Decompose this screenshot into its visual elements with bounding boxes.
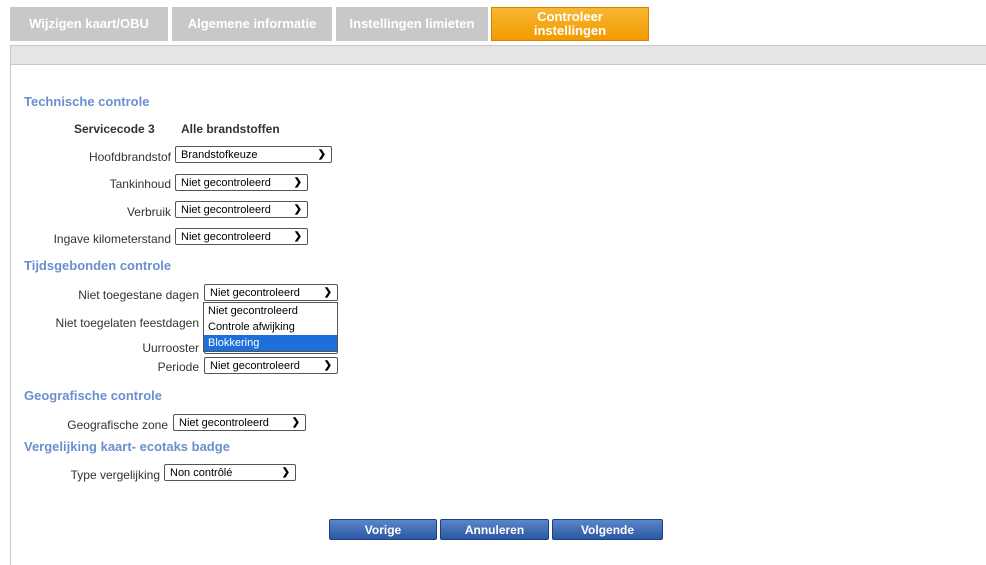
section-technische-controle: Technische controle xyxy=(24,94,150,109)
section-geografische-controle: Geografische controle xyxy=(24,388,162,403)
verbruik-value: Niet gecontroleerd xyxy=(181,203,271,216)
annuleren-button[interactable]: Annuleren xyxy=(440,519,549,540)
tankinhoud-value: Niet gecontroleerd xyxy=(181,176,271,189)
verbruik-label: Verbruik xyxy=(126,205,171,219)
hoofdbrandstof-value: Brandstofkeuze xyxy=(181,148,258,161)
geografische-zone-select[interactable]: Niet gecontroleerd ❯ xyxy=(173,414,306,431)
chevron-down-icon: ❯ xyxy=(293,177,302,188)
dropdown-option-controle-afwijking[interactable]: Controle afwijking xyxy=(204,319,337,335)
volgende-button[interactable]: Volgende xyxy=(552,519,663,540)
chevron-down-icon: ❯ xyxy=(293,204,302,215)
kilometerstand-select[interactable]: Niet gecontroleerd ❯ xyxy=(175,228,308,245)
servicecode-value: Alle brandstoffen xyxy=(181,122,280,136)
hoofdbrandstof-label: Hoofdbrandstof xyxy=(88,150,171,164)
hoofdbrandstof-select[interactable]: Brandstofkeuze ❯ xyxy=(175,146,332,163)
verbruik-select[interactable]: Niet gecontroleerd ❯ xyxy=(175,201,308,218)
content-frame xyxy=(10,45,986,565)
chevron-down-icon: ❯ xyxy=(293,231,302,242)
periode-value: Niet gecontroleerd xyxy=(210,359,300,372)
section-vergelijking-ecotaks: Vergelijking kaart- ecotaks badge xyxy=(24,439,230,454)
niet-toegelaten-feestdagen-label: Niet toegelaten feestdagen xyxy=(55,316,199,330)
kilometerstand-label: Ingave kilometerstand xyxy=(53,232,171,246)
niet-toegestane-dagen-label: Niet toegestane dagen xyxy=(78,288,199,302)
dagen-dropdown-list: Niet gecontroleerd Controle afwijking Bl… xyxy=(203,302,338,352)
dropdown-option-blokkering[interactable]: Blokkering xyxy=(204,335,337,351)
chevron-down-icon: ❯ xyxy=(323,287,332,298)
dropdown-option-niet-gecontroleerd[interactable]: Niet gecontroleerd xyxy=(204,303,337,319)
type-vergelijking-select[interactable]: Non contrôlé ❯ xyxy=(164,464,296,481)
top-bar xyxy=(11,45,986,65)
geografische-zone-label: Geografische zone xyxy=(67,418,168,432)
section-tijdsgebonden-controle: Tijdsgebonden controle xyxy=(24,258,172,273)
type-vergelijking-label: Type vergelijking xyxy=(70,468,160,482)
servicecode-label: Servicecode 3 xyxy=(74,122,155,136)
tab-controleer-instellingen[interactable]: Controleer instellingen xyxy=(491,7,649,41)
tankinhoud-select[interactable]: Niet gecontroleerd ❯ xyxy=(175,174,308,191)
chevron-down-icon: ❯ xyxy=(323,360,332,371)
tankinhoud-label: Tankinhoud xyxy=(109,177,171,191)
chevron-down-icon: ❯ xyxy=(291,417,300,428)
periode-label: Periode xyxy=(157,360,199,374)
vorige-button[interactable]: Vorige xyxy=(329,519,437,540)
chevron-down-icon: ❯ xyxy=(281,467,290,478)
kilometerstand-value: Niet gecontroleerd xyxy=(181,230,271,243)
tab-algemene-informatie[interactable]: Algemene informatie xyxy=(172,7,332,41)
tab-instellingen-limieten[interactable]: Instellingen limieten xyxy=(336,7,488,41)
periode-select[interactable]: Niet gecontroleerd ❯ xyxy=(204,357,338,374)
tab-wijzigen-kaart[interactable]: Wijzigen kaart/OBU xyxy=(10,7,168,41)
niet-toegestane-dagen-value: Niet gecontroleerd xyxy=(210,286,300,299)
uurrooster-label: Uurrooster xyxy=(142,341,199,355)
geografische-zone-value: Niet gecontroleerd xyxy=(179,416,269,429)
chevron-down-icon: ❯ xyxy=(317,149,326,160)
type-vergelijking-value: Non contrôlé xyxy=(170,466,233,479)
niet-toegestane-dagen-select[interactable]: Niet gecontroleerd ❯ xyxy=(204,284,338,301)
